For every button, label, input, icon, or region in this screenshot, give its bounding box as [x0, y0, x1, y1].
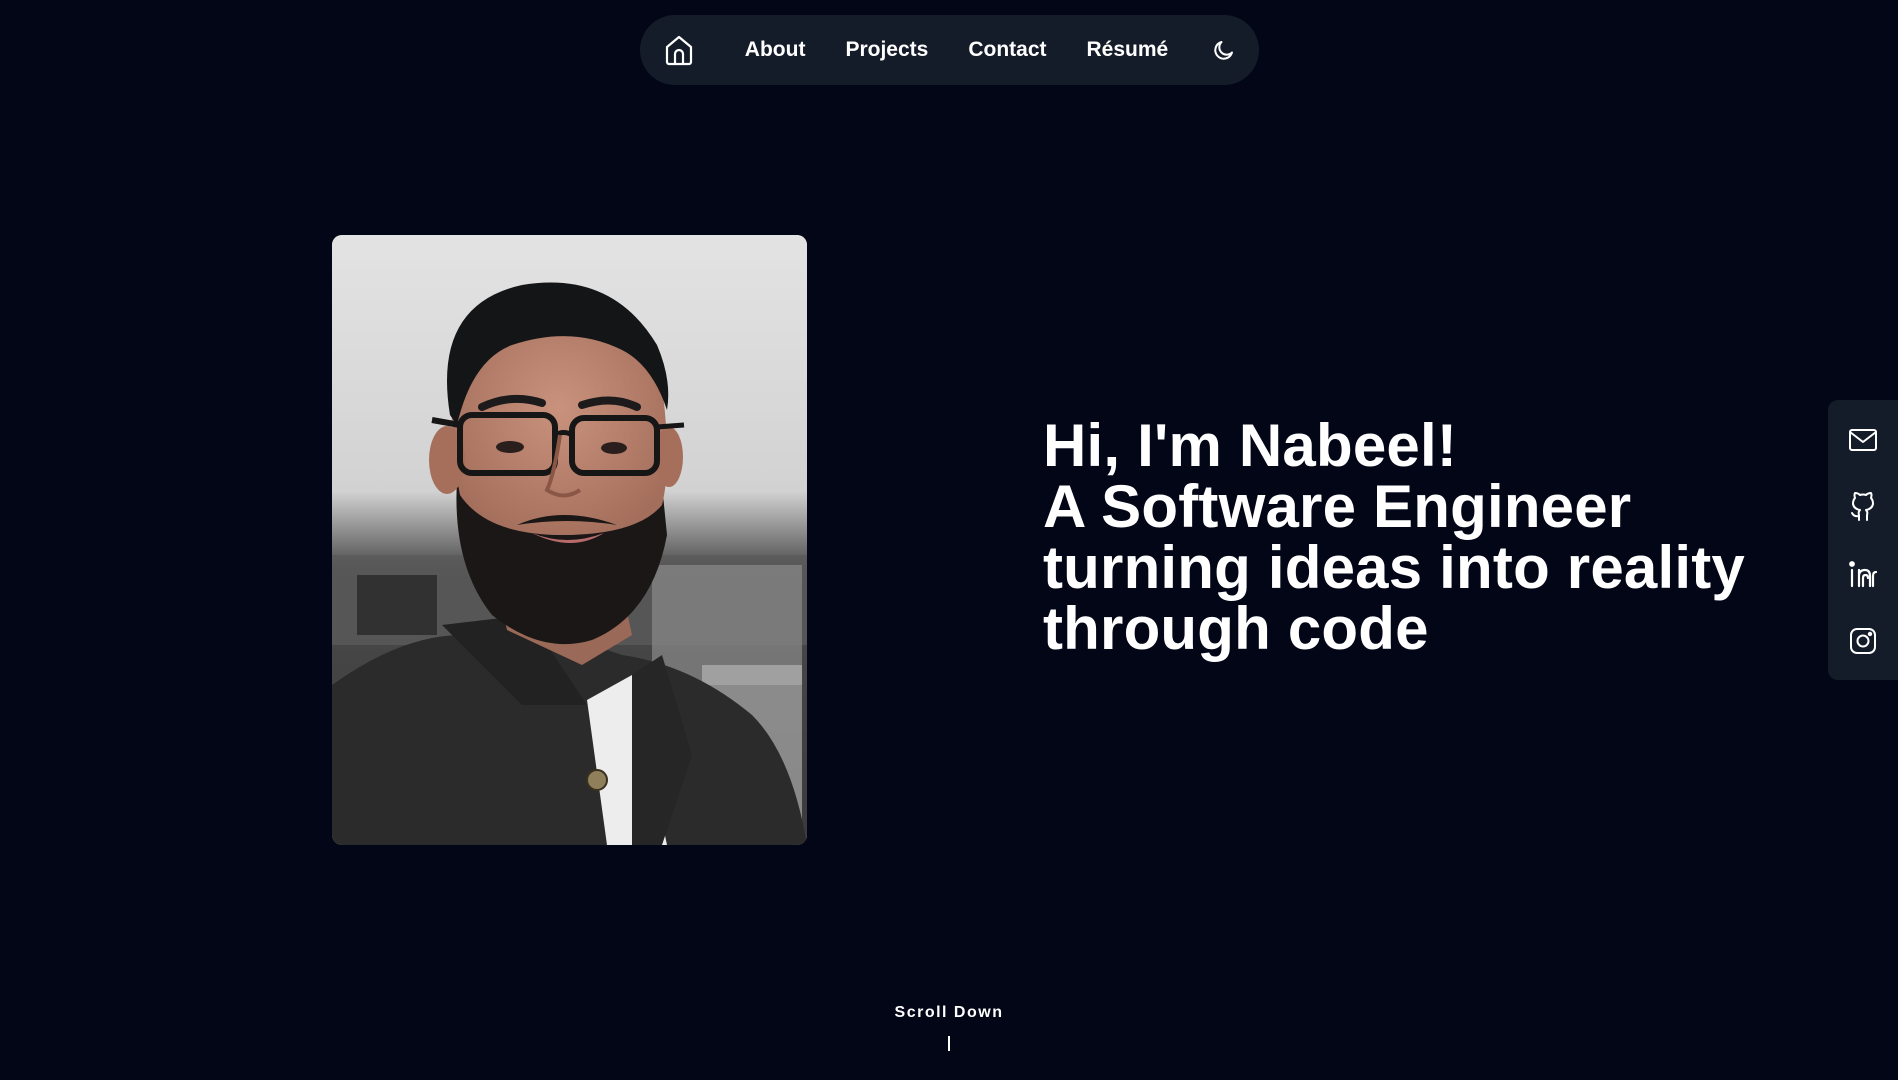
top-nav: About Projects Contact Résumé	[640, 15, 1259, 85]
nav-link-contact[interactable]: Contact	[968, 38, 1046, 62]
github-icon	[1851, 491, 1874, 521]
linkedin-icon	[1849, 560, 1878, 587]
scroll-down-indicator[interactable]: Scroll Down	[0, 1004, 1898, 1051]
nav-link-projects[interactable]: Projects	[845, 38, 928, 62]
theme-toggle-button[interactable]	[1208, 34, 1240, 66]
hero-tagline-1: turning ideas into reality	[1043, 534, 1745, 601]
moon-icon	[1214, 41, 1234, 60]
instagram-link[interactable]	[1843, 621, 1883, 661]
hero-greeting: Hi, I'm Nabeel!	[1043, 412, 1458, 479]
profile-photo	[332, 235, 807, 845]
scroll-down-label: Scroll Down	[894, 1004, 1004, 1021]
page: About Projects Contact Résumé Hi, I'm Na…	[0, 0, 1898, 1080]
nav-link-resume[interactable]: Résumé	[1087, 38, 1169, 62]
mail-icon	[1849, 428, 1877, 451]
hero-role: A Software Engineer	[1043, 473, 1632, 540]
nav-link-about[interactable]: About	[745, 38, 806, 62]
scroll-line	[948, 1036, 950, 1051]
home-button[interactable]	[659, 30, 699, 70]
github-link[interactable]	[1843, 487, 1883, 527]
instagram-icon	[1850, 627, 1876, 654]
hero-tagline-2: through code	[1043, 595, 1429, 662]
home-icon	[665, 35, 692, 66]
linkedin-link[interactable]	[1843, 554, 1883, 594]
email-link[interactable]	[1843, 420, 1883, 460]
social-sidebar	[1828, 400, 1898, 680]
hero-heading: Hi, I'm Nabeel! A Software Engineer turn…	[1043, 415, 1803, 659]
